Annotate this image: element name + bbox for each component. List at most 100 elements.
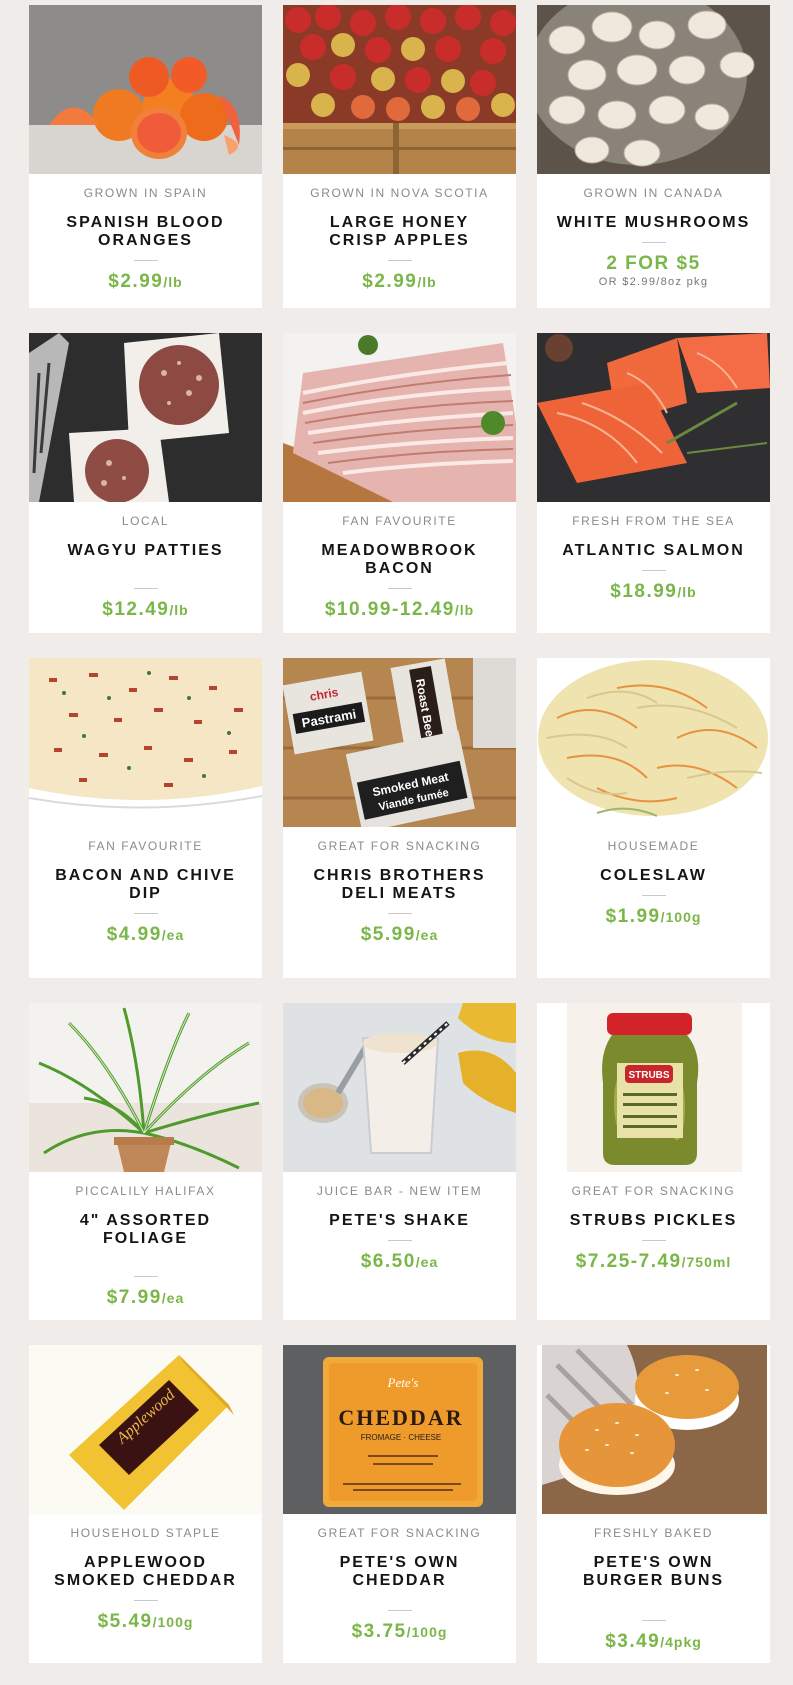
price: $5.99/ea (283, 924, 516, 946)
origin-label: FRESHLY BAKED (593, 1526, 714, 1540)
cheddar-brand-text: Pete's (387, 1375, 419, 1390)
product-name: WHITE MUSHROOMS (556, 214, 751, 231)
divider (387, 588, 412, 589)
product-card[interactable]: GROWN IN SPAIN SPANISH BLOOD ORANGES $2.… (29, 5, 262, 308)
product-name: BACON AND CHIVE DIP (55, 867, 236, 902)
price: $4.99/ea (29, 924, 262, 946)
burger-buns-photo (537, 1345, 770, 1514)
row-spacer (29, 633, 770, 658)
price-unit: /ea (161, 927, 185, 943)
divider (387, 1240, 412, 1241)
wagyu-patties-photo (29, 333, 262, 502)
price-unit: /100g (660, 909, 702, 925)
divider (641, 242, 666, 243)
price-value: $7.99 (106, 1287, 162, 1308)
product-name: 4" ASSORTED FOLIAGE (79, 1212, 212, 1247)
price: $2.99/lb (283, 271, 516, 293)
product-card[interactable]: HOUSEMADE COLESLAW $1.99/100g (537, 658, 770, 978)
origin-label: GROWN IN NOVA SCOTIA (310, 186, 489, 200)
price: $3.49/4pkg (537, 1631, 770, 1653)
divider (133, 913, 158, 914)
price-unit: /4pkg (660, 1634, 702, 1650)
price: $7.99/ea (29, 1287, 262, 1309)
product-name: LARGE HONEY CRISP APPLES (329, 214, 470, 249)
product-name: APPLEWOOD SMOKED CHEDDAR (54, 1554, 237, 1589)
price-unit: /lb (169, 602, 189, 618)
price-unit: /lb (163, 274, 183, 290)
product-name: STRUBS PICKLES (569, 1212, 738, 1229)
price-unit: /lb (454, 602, 475, 618)
price-value: $6.50 (360, 1251, 416, 1272)
price-value: $2.99 (108, 271, 164, 292)
divider (641, 1240, 666, 1241)
blood-oranges-photo (29, 5, 262, 174)
divider (133, 1600, 158, 1601)
price-value: $5.99 (360, 924, 416, 945)
product-name: ATLANTIC SALMON (562, 542, 745, 559)
origin-label: JUICE BAR - NEW ITEM (316, 1184, 483, 1198)
price-unit: /ea (415, 1254, 439, 1270)
product-name: CHRIS BROTHERS DELI MEATS (313, 867, 486, 902)
price: $18.99/lb (537, 581, 770, 603)
origin-label: GREAT FOR SNACKING (571, 1184, 736, 1198)
divider (387, 913, 412, 914)
price-value: $2.99 (362, 271, 418, 292)
product-card[interactable]: FRESHLY BAKED PETE'S OWN BURGER BUNS $3.… (537, 1345, 770, 1663)
price-value: $4.99 (106, 924, 162, 945)
price: 2 FOR $5 (537, 253, 770, 275)
product-card[interactable]: Applewood HOUSEHOLD STAPLE APPLEWOOD SMO… (29, 1345, 262, 1663)
product-card[interactable]: LOCAL WAGYU PATTIES $12.49/lb (29, 333, 262, 633)
divider (133, 1276, 158, 1277)
product-card[interactable]: GROWN IN NOVA SCOTIA LARGE HONEY CRISP A… (283, 5, 516, 308)
price-value: $10.99-12.49 (324, 599, 455, 620)
product-card[interactable]: PICCALILY HALIFAX 4" ASSORTED FOLIAGE $7… (29, 1003, 262, 1320)
divider (387, 260, 412, 261)
divider (641, 570, 666, 571)
price: $1.99/100g (537, 906, 770, 928)
price-value: 2 FOR $5 (606, 253, 701, 274)
deli-meats-photo: Pastrami chris Roast Beef Smoked Meat Vi… (283, 658, 516, 827)
cheddar-sub-text: FROMAGE · CHEESE (361, 1433, 441, 1442)
origin-label: FRESH FROM THE SEA (572, 514, 735, 528)
divider (133, 588, 158, 589)
product-card[interactable]: FRESH FROM THE SEA ATLANTIC SALMON $18.9… (537, 333, 770, 633)
price: $10.99-12.49/lb (283, 599, 516, 621)
product-card[interactable]: FAN FAVOURITE BACON AND CHIVE DIP $4.99/… (29, 658, 262, 978)
price-value: $18.99 (610, 581, 678, 602)
product-card[interactable]: STRUBS GREAT FOR SNACKING STRUBS PICKLES… (537, 1003, 770, 1320)
price-note: OR $2.99/8oz pkg (598, 276, 709, 288)
origin-label: PICCALILY HALIFAX (75, 1184, 216, 1198)
price: $7.25-7.49/750ml (537, 1251, 770, 1273)
row-spacer (29, 1320, 770, 1345)
price: $5.49/100g (29, 1611, 262, 1633)
price: $12.49/lb (29, 599, 262, 621)
product-name: MEADOWBROOK BACON (321, 542, 478, 577)
price-value: $3.75 (351, 1621, 407, 1642)
product-card[interactable]: JUICE BAR - NEW ITEM PETE'S SHAKE $6.50/… (283, 1003, 516, 1320)
price: $6.50/ea (283, 1251, 516, 1273)
pickles-jar-photo: STRUBS (537, 1003, 770, 1172)
cheddar-block-photo: Pete's CHEDDAR FROMAGE · CHEESE (283, 1345, 516, 1514)
product-name: SPANISH BLOOD ORANGES (66, 214, 225, 249)
plant-photo (29, 1003, 262, 1172)
product-card[interactable]: Pete's CHEDDAR FROMAGE · CHEESE GREAT FO… (283, 1345, 516, 1663)
origin-label: GROWN IN CANADA (583, 186, 724, 200)
salmon-photo (537, 333, 770, 502)
product-card[interactable]: FAN FAVOURITE MEADOWBROOK BACON $10.99-1… (283, 333, 516, 633)
product-name: PETE'S OWN CHEDDAR (339, 1554, 460, 1589)
origin-label: GREAT FOR SNACKING (317, 1526, 482, 1540)
divider (641, 1620, 666, 1621)
price-value: $3.49 (605, 1631, 661, 1652)
price-unit: /750ml (681, 1254, 732, 1270)
coleslaw-photo (537, 658, 770, 827)
bacon-photo (283, 333, 516, 502)
divider (641, 895, 666, 896)
price-unit: /ea (415, 927, 439, 943)
product-name: PETE'S SHAKE (329, 1212, 470, 1229)
price-unit: /100g (152, 1614, 194, 1630)
price-unit: /ea (161, 1290, 185, 1306)
product-card[interactable]: Pastrami chris Roast Beef Smoked Meat Vi… (283, 658, 516, 978)
shake-photo (283, 1003, 516, 1172)
divider (387, 1610, 412, 1611)
product-card[interactable]: GROWN IN CANADA WHITE MUSHROOMS 2 FOR $5… (537, 5, 770, 308)
